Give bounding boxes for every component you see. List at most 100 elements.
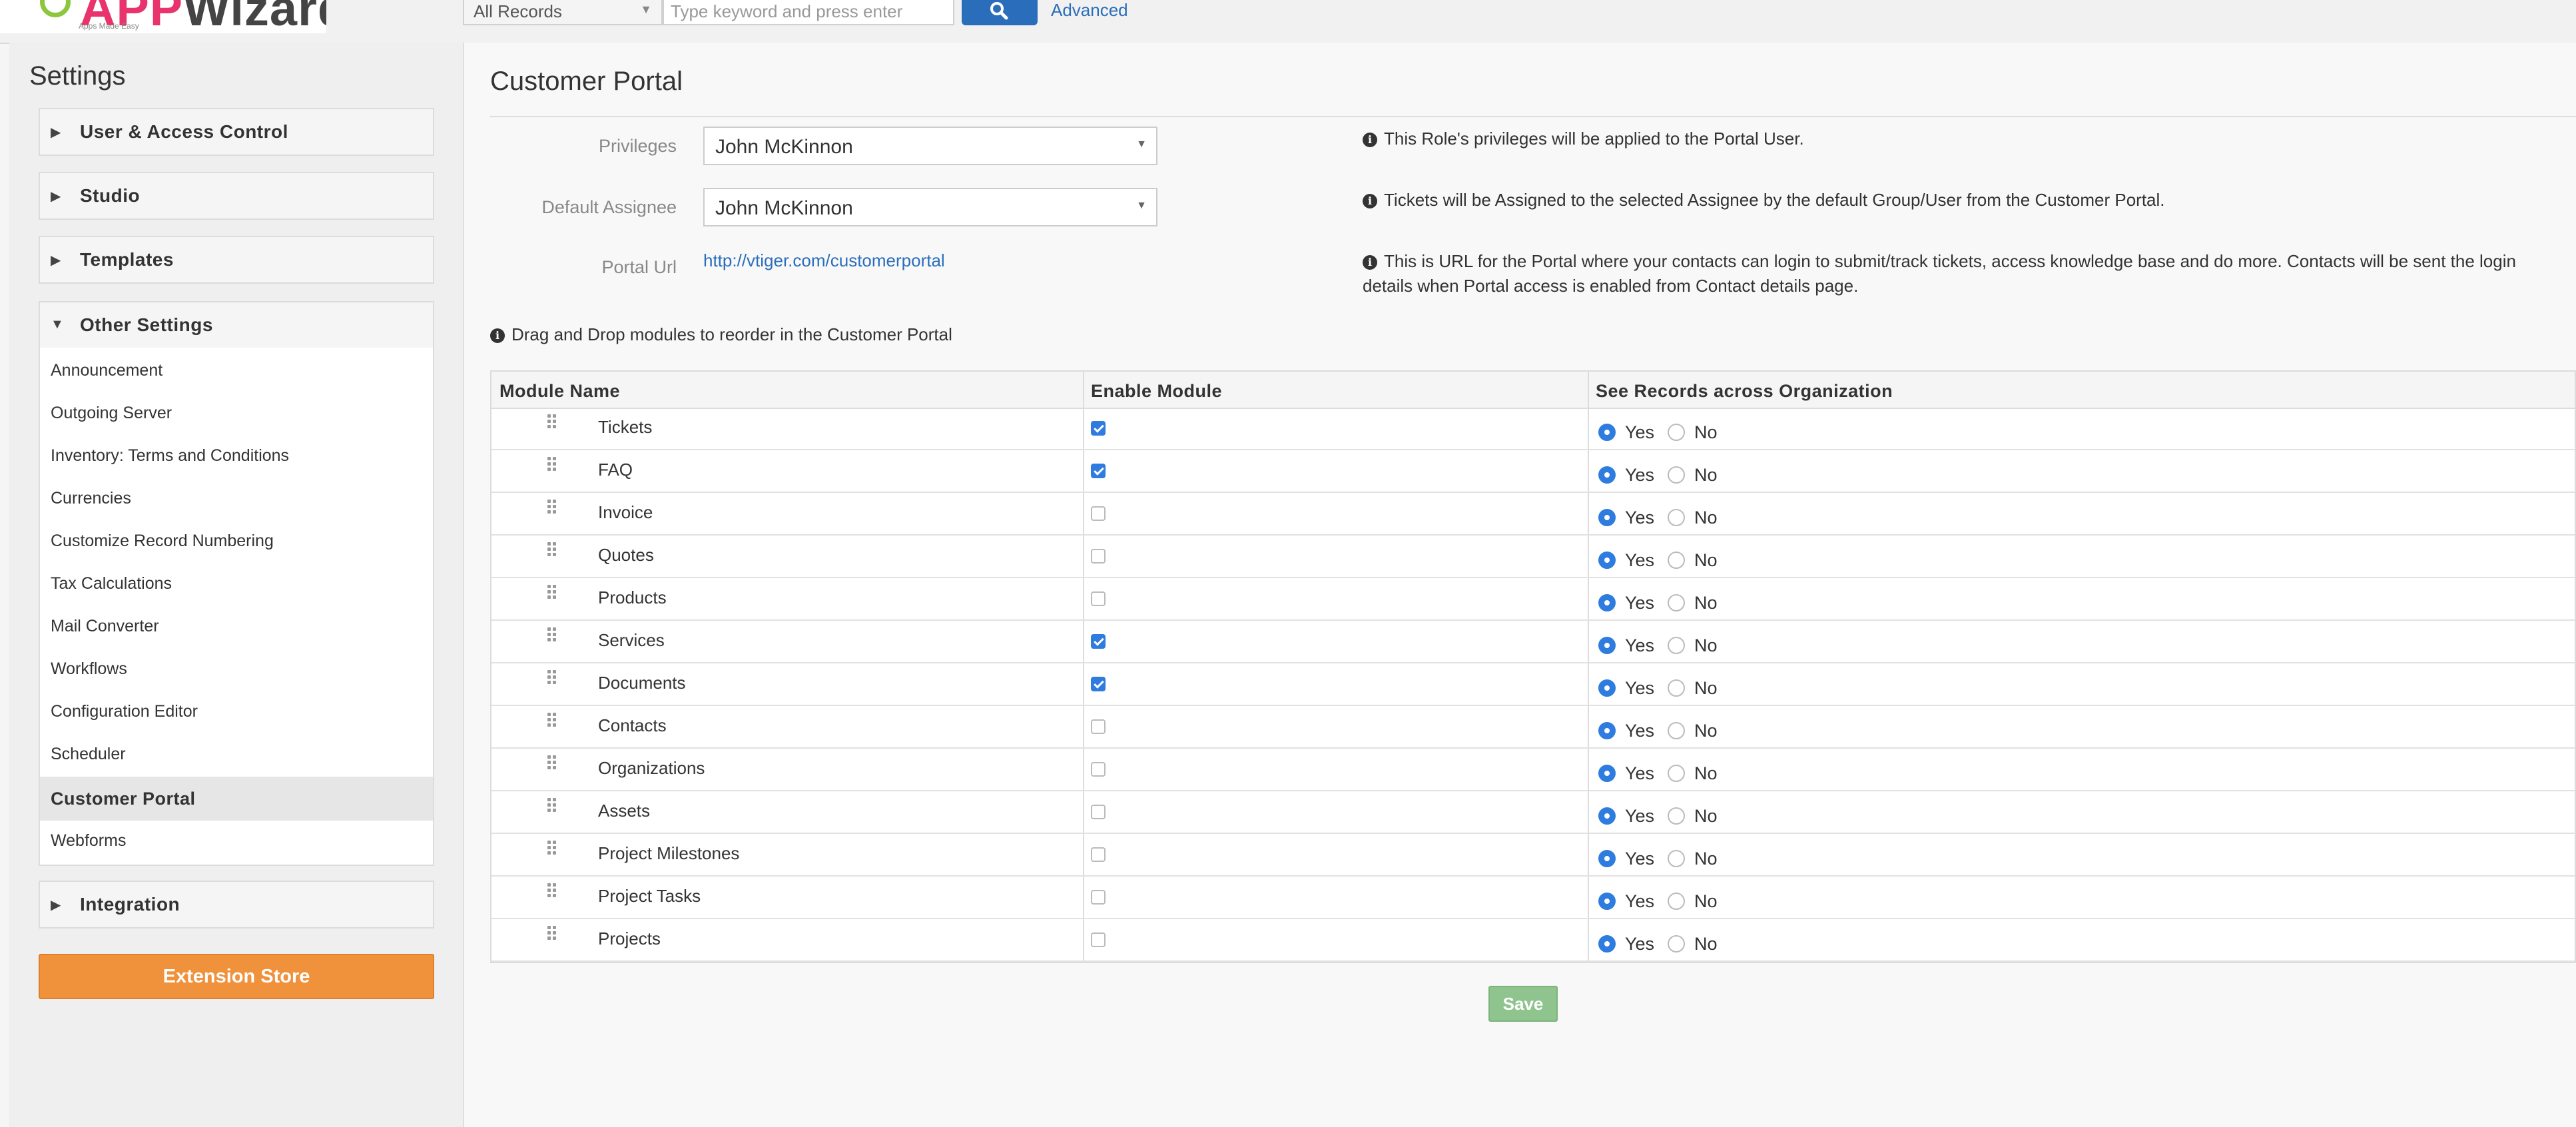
see-records-no-radio[interactable]: [1668, 637, 1685, 654]
sidebar-item-configuration-editor[interactable]: Configuration Editor: [51, 702, 198, 721]
sidebar-item-announcement[interactable]: Announcement: [51, 361, 162, 380]
enable-module-checkbox[interactable]: [1091, 805, 1106, 819]
see-records-yes-radio[interactable]: [1598, 935, 1616, 952]
enable-module-checkbox[interactable]: [1091, 506, 1106, 521]
table-row[interactable]: Products Yes No: [491, 578, 2575, 621]
table-row[interactable]: Documents Yes No: [491, 663, 2575, 706]
drag-handle-icon[interactable]: [547, 457, 557, 474]
see-records-no-radio[interactable]: [1668, 594, 1685, 611]
enable-module-checkbox[interactable]: [1091, 762, 1106, 777]
enable-module-checkbox[interactable]: [1091, 549, 1106, 564]
advanced-search-link[interactable]: Advanced: [1051, 0, 1128, 21]
sidebar-item-record-numbering[interactable]: Customize Record Numbering: [51, 532, 274, 551]
app-logo[interactable]: APPWizards Apps Made Easy: [0, 0, 326, 33]
table-row[interactable]: Quotes Yes No: [491, 536, 2575, 578]
enable-module-checkbox[interactable]: [1091, 634, 1106, 649]
see-records-no-radio[interactable]: [1668, 893, 1685, 910]
chevron-down-icon: ▼: [640, 3, 652, 16]
search-input[interactable]: Type keyword and press enter: [663, 0, 954, 25]
sidebar-section-user-access[interactable]: ▶ User & Access Control: [39, 108, 434, 156]
privileges-select[interactable]: John McKinnon ▼: [703, 127, 1157, 165]
sidebar-section-studio[interactable]: ▶ Studio: [39, 172, 434, 220]
table-row[interactable]: Services Yes No: [491, 621, 2575, 663]
drag-handle-icon[interactable]: [547, 755, 557, 773]
enable-module-checkbox[interactable]: [1091, 464, 1106, 478]
drag-handle-icon[interactable]: [547, 670, 557, 687]
see-records-no-radio[interactable]: [1668, 552, 1685, 569]
sidebar-section-templates[interactable]: ▶ Templates: [39, 236, 434, 284]
see-records-no-radio[interactable]: [1668, 722, 1685, 739]
drag-handle-icon[interactable]: [547, 500, 557, 517]
drag-handle-icon[interactable]: [547, 713, 557, 730]
enable-module-checkbox[interactable]: [1091, 933, 1106, 947]
enable-module-checkbox[interactable]: [1091, 591, 1106, 606]
no-label: No: [1694, 465, 1718, 485]
sidebar-item-webforms[interactable]: Webforms: [51, 831, 126, 851]
drag-handle-icon[interactable]: [547, 542, 557, 560]
see-records-no-radio[interactable]: [1668, 509, 1685, 526]
extension-store-button[interactable]: Extension Store: [39, 954, 434, 999]
see-records-no-radio[interactable]: [1668, 765, 1685, 782]
sidebar-section-other-settings[interactable]: ▼ Other Settings: [39, 301, 434, 349]
see-records-yes-radio[interactable]: [1598, 466, 1616, 484]
portal-url-link[interactable]: http://vtiger.com/customerportal: [703, 250, 945, 271]
see-records-no-radio[interactable]: [1668, 466, 1685, 484]
see-records-yes-radio[interactable]: [1598, 679, 1616, 697]
table-row[interactable]: Contacts Yes No: [491, 706, 2575, 749]
see-records-yes-radio[interactable]: [1598, 509, 1616, 526]
sidebar-item-outgoing-server[interactable]: Outgoing Server: [51, 404, 172, 423]
table-row[interactable]: Assets Yes No: [491, 791, 2575, 834]
see-records-no-radio[interactable]: [1668, 935, 1685, 952]
see-records-yes-radio[interactable]: [1598, 637, 1616, 654]
search-button[interactable]: [962, 0, 1038, 25]
yes-label: Yes: [1625, 721, 1655, 741]
table-row[interactable]: Projects Yes No: [491, 919, 2575, 962]
table-row[interactable]: Project Tasks Yes No: [491, 877, 2575, 919]
drag-handle-icon[interactable]: [547, 841, 557, 858]
see-records-yes-radio[interactable]: [1598, 893, 1616, 910]
drag-handle-icon[interactable]: [547, 627, 557, 645]
default-assignee-select[interactable]: John McKinnon ▼: [703, 188, 1157, 226]
sidebar-item-workflows[interactable]: Workflows: [51, 659, 127, 679]
enable-module-checkbox[interactable]: [1091, 847, 1106, 862]
table-row[interactable]: Invoice Yes No: [491, 493, 2575, 536]
see-records-yes-radio[interactable]: [1598, 722, 1616, 739]
sidebar-section-integration[interactable]: ▶ Integration: [39, 881, 434, 929]
drag-handle-icon[interactable]: [547, 414, 557, 432]
table-row[interactable]: FAQ Yes No: [491, 450, 2575, 493]
see-records-yes-radio[interactable]: [1598, 594, 1616, 611]
see-records-yes-radio[interactable]: [1598, 552, 1616, 569]
no-label: No: [1694, 806, 1718, 826]
see-records-no-radio[interactable]: [1668, 679, 1685, 697]
table-row[interactable]: Organizations Yes No: [491, 749, 2575, 791]
sidebar-item-inventory-terms[interactable]: Inventory: Terms and Conditions: [51, 446, 289, 466]
drag-handle-icon[interactable]: [547, 585, 557, 602]
save-button[interactable]: Save: [1488, 986, 1558, 1022]
see-records-no-radio[interactable]: [1668, 807, 1685, 825]
sidebar-item-mail-converter[interactable]: Mail Converter: [51, 617, 159, 636]
see-records-yes-radio[interactable]: [1598, 424, 1616, 441]
sidebar-item-customer-portal[interactable]: Customer Portal: [40, 777, 433, 821]
title-divider: [490, 116, 2576, 117]
see-records-yes-radio[interactable]: [1598, 765, 1616, 782]
logo-gear-icon: [40, 0, 71, 17]
enable-module-checkbox[interactable]: [1091, 890, 1106, 905]
drag-handle-icon[interactable]: [547, 798, 557, 815]
sidebar-item-tax-calculations[interactable]: Tax Calculations: [51, 574, 172, 593]
drag-handle-icon[interactable]: [547, 926, 557, 943]
enable-module-checkbox[interactable]: [1091, 421, 1106, 436]
see-records-yes-radio[interactable]: [1598, 807, 1616, 825]
table-row[interactable]: Tickets Yes No: [491, 408, 2575, 450]
sidebar-item-scheduler[interactable]: Scheduler: [51, 745, 126, 764]
caret-right-icon: ▶: [51, 898, 61, 913]
drag-handle-icon[interactable]: [547, 883, 557, 901]
enable-module-checkbox[interactable]: [1091, 677, 1106, 691]
logo-tagline: Apps Made Easy: [79, 21, 139, 31]
table-row[interactable]: Project Milestones Yes No: [491, 834, 2575, 877]
enable-module-checkbox[interactable]: [1091, 719, 1106, 734]
record-filter-select[interactable]: All Records ▼: [463, 0, 663, 25]
see-records-yes-radio[interactable]: [1598, 850, 1616, 867]
see-records-no-radio[interactable]: [1668, 850, 1685, 867]
see-records-no-radio[interactable]: [1668, 424, 1685, 441]
sidebar-item-currencies[interactable]: Currencies: [51, 489, 131, 508]
